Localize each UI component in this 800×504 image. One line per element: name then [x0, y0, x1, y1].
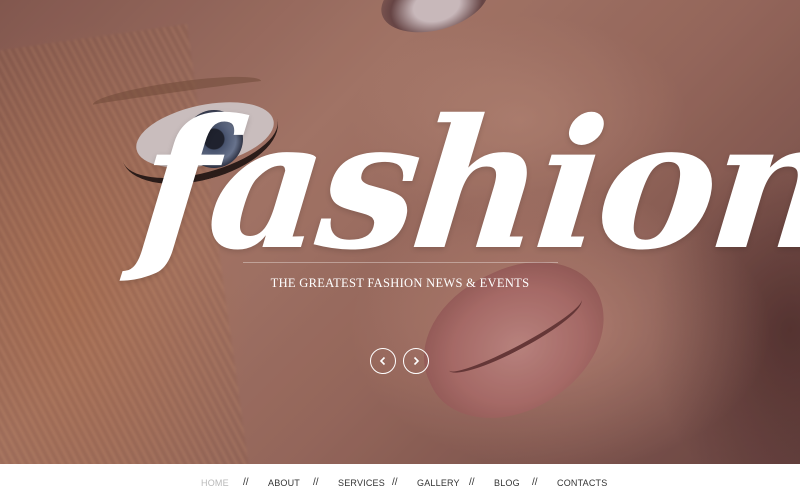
hero-tagline: THE GREATEST FASHION NEWS & EVENTS [270, 276, 530, 290]
menu-separator: // [469, 477, 475, 488]
hero-title: fashion [129, 80, 800, 289]
menu-item-blog[interactable]: BLOG [494, 478, 520, 488]
hero-divider [243, 262, 558, 263]
menu-separator: // [243, 477, 249, 488]
menu-separator: // [392, 477, 398, 488]
slider-prev-button[interactable] [370, 348, 396, 374]
menu-separator: // [532, 477, 538, 488]
menu-separator: // [313, 477, 319, 488]
main-menu: HOME // ABOUT // SERVICES // GALLERY // … [0, 464, 800, 504]
menu-item-contacts[interactable]: CONTACTS [557, 478, 607, 488]
menu-item-services[interactable]: SERVICES [338, 478, 385, 488]
hero-slider: fashion THE GREATEST FASHION NEWS & EVEN… [0, 0, 800, 464]
menu-item-about[interactable]: ABOUT [268, 478, 300, 488]
menu-item-gallery[interactable]: GALLERY [417, 478, 460, 488]
chevron-right-icon [413, 356, 420, 366]
chevron-left-icon [379, 356, 386, 366]
menu-item-home[interactable]: HOME [201, 478, 229, 488]
slider-next-button[interactable] [403, 348, 429, 374]
